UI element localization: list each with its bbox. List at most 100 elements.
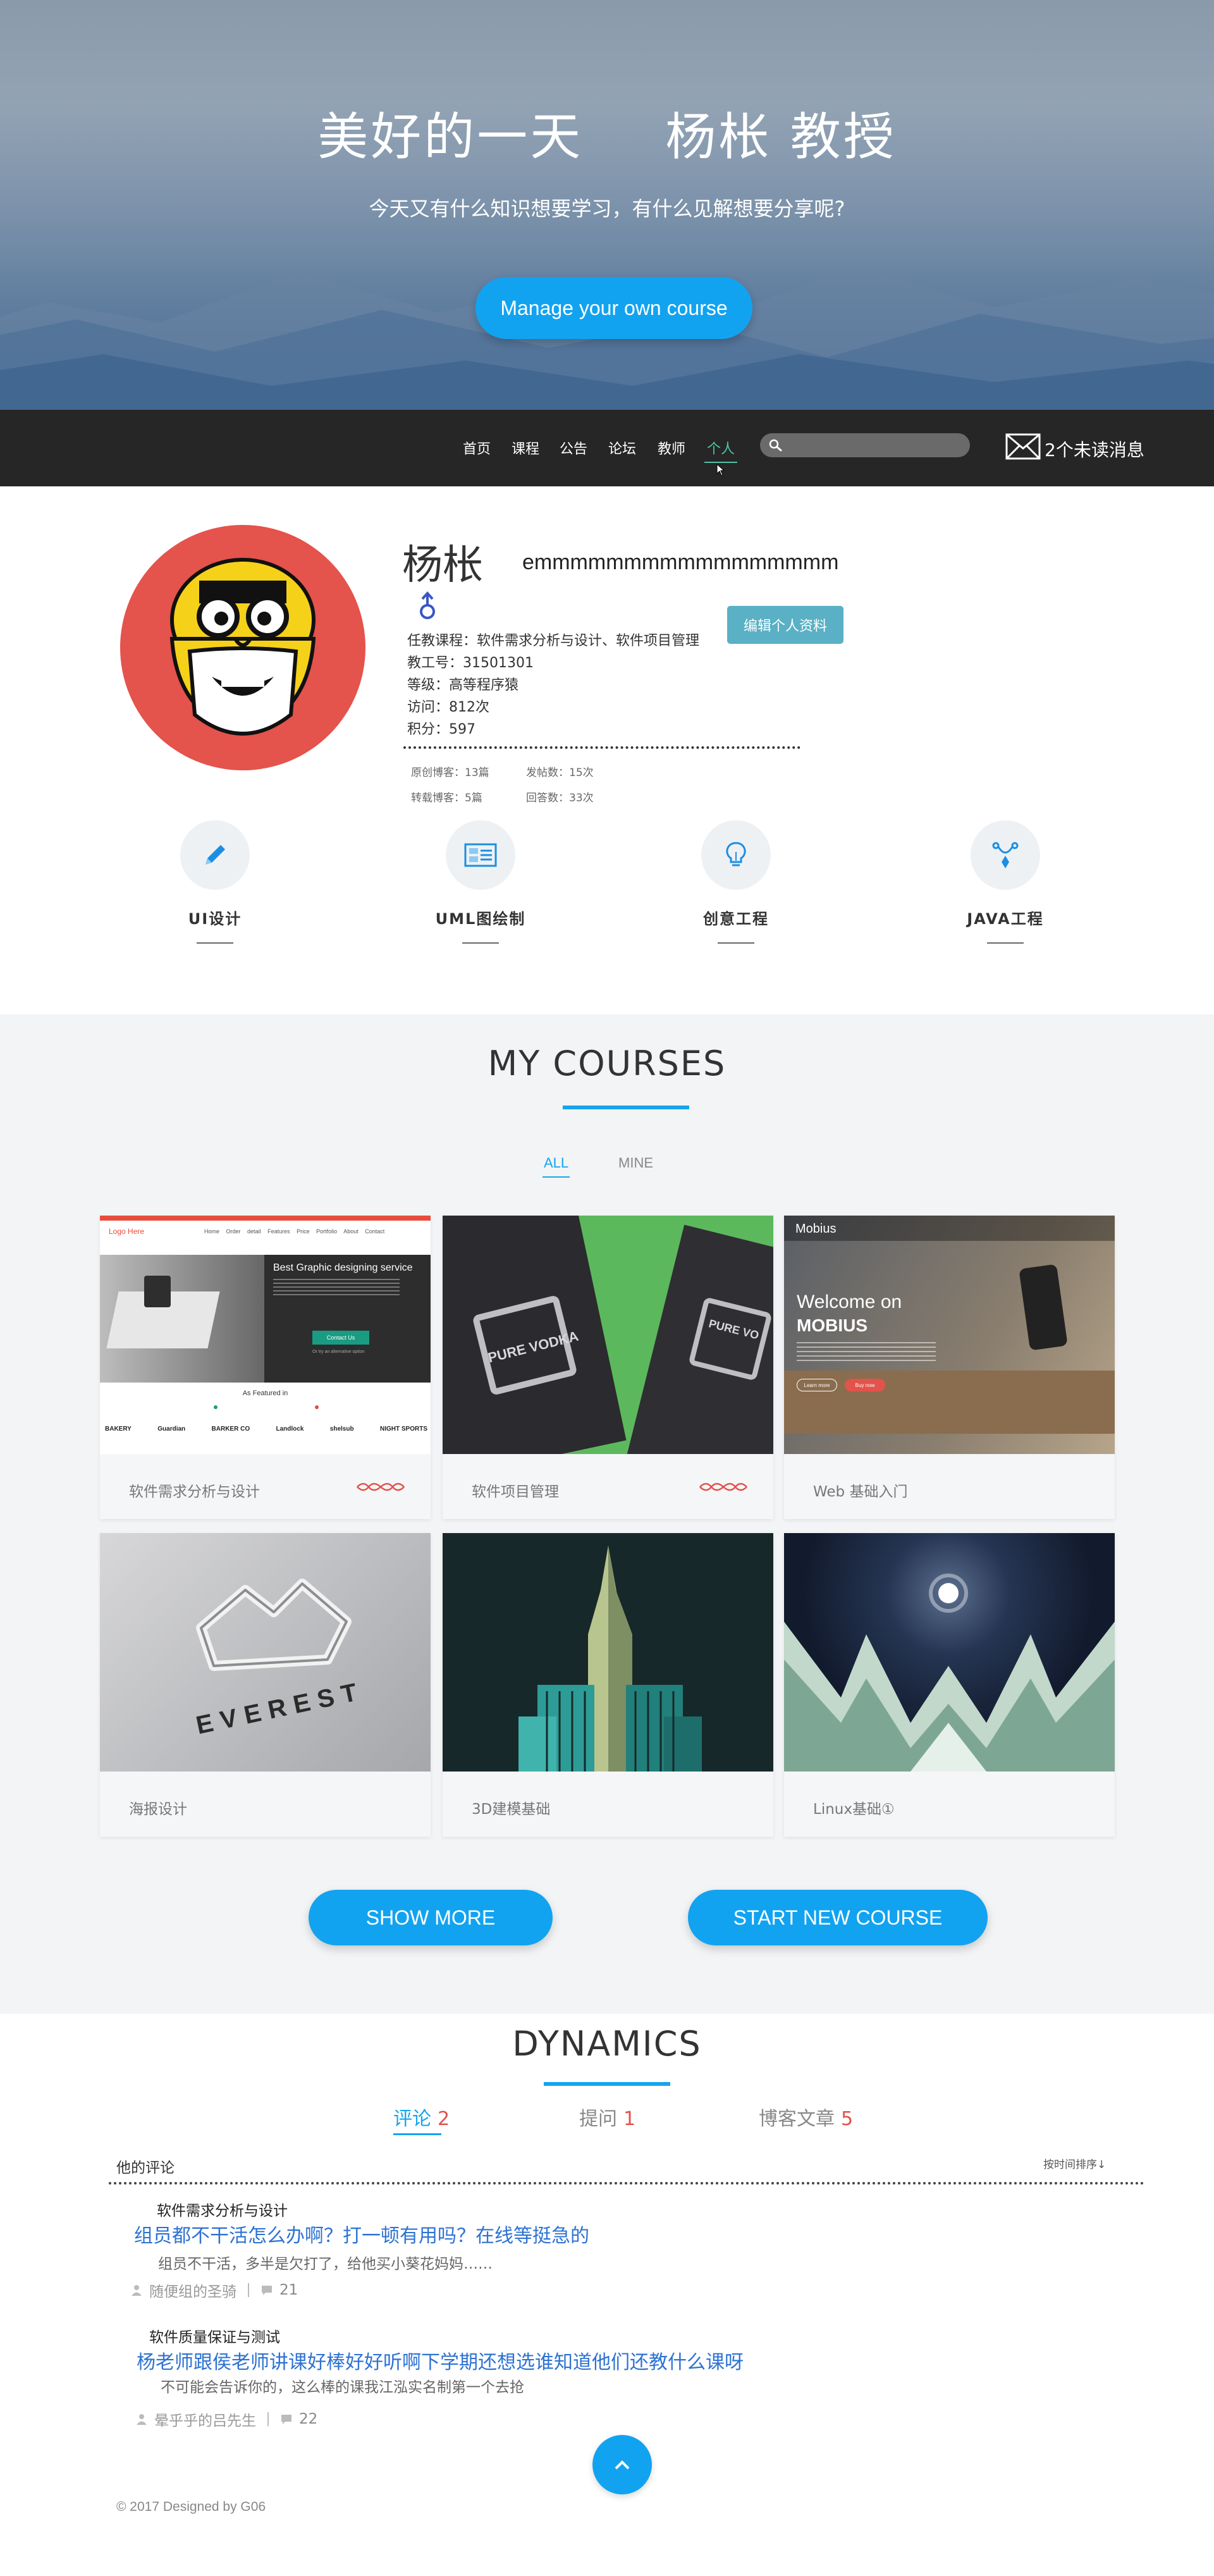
ornament-icon [357,1482,405,1491]
course-card[interactable]: Logo Here Home Order detail Features Pri… [100,1216,431,1519]
start-new-course-button[interactable]: START NEW COURSE [688,1890,988,1945]
thumb-heading: Best Graphic designing service [273,1262,413,1273]
comment-body: 不可能会告诉你的，这么棒的课我江泓实名制第一个去抢 [161,2379,524,2396]
comment-title[interactable]: 组员都不干活怎么办啊？打一顿有用吗？在线等挺急的 [134,2220,589,2248]
course-card[interactable]: PURE VODKA PURE VO 软件项目管理 [443,1216,773,1519]
vector-pen-icon [992,842,1019,868]
comment-meta: 晕乎乎的吕先生 22 [135,2408,317,2430]
back-to-top-button[interactable] [592,2435,652,2494]
search-input[interactable] [760,433,970,457]
lightbulb-icon [726,842,746,866]
nav-item-forum[interactable]: 论坛 [608,438,636,458]
thumb-btn2: Buy now [845,1379,885,1391]
search-icon [769,439,782,452]
skill-label: UI设计 [188,910,242,928]
profile-motto: emmmmmmmmmmmmmmmmm [522,550,839,574]
course-card[interactable]: EVEREST 海报设计 [100,1533,431,1837]
skill-ui-design[interactable]: UI设计 [152,820,278,944]
course-title: 软件项目管理 [472,1484,559,1500]
skill-label: 创意工程 [703,910,769,928]
thumb-btn1: Learn more [797,1379,837,1391]
show-more-button[interactable]: SHOW MORE [309,1890,553,1945]
title-underline [563,1106,689,1109]
course-card[interactable]: Mobius Welcome on MOBIUS Learn more Buy … [784,1216,1115,1519]
nav-item-courses[interactable]: 课程 [512,438,539,458]
reply-count: 21 [279,2282,298,2298]
profile-points: 积分：597 [407,722,475,737]
divider [109,2182,1144,2185]
hero-title: 美好的一天 杨枨 教授 [0,96,1214,169]
stat-answers: 回答数：33次 [526,792,594,804]
tab-comments[interactable]: 评论 2 [393,2103,450,2135]
male-gender-icon [420,591,435,619]
comment-author[interactable]: 晕乎乎的吕先生 [154,2408,256,2430]
nav-item-announcements[interactable]: 公告 [560,438,587,458]
copyright: © 2017 Designed by G06 [116,2499,266,2514]
thumb-featured: As Featured in [242,1390,288,1397]
chevron-up-icon [615,2460,630,2470]
course-title: Linux基础① [813,1801,895,1818]
skill-uml[interactable]: UML图绘制 [417,820,544,944]
stat-posts: 发帖数：15次 [526,767,594,779]
course-title: Web 基础入门 [813,1484,908,1500]
edit-profile-button[interactable]: 编辑个人资料 [727,606,843,644]
profile-name: 杨枨 [402,542,483,589]
profile-courses: 任教课程：软件需求分析与设计、软件项目管理 [407,633,700,649]
hero-banner: 美好的一天 杨枨 教授 今天又有什么知识想要学习，有什么见解想要分享呢? Mana… [0,0,1214,410]
nav-item-home[interactable]: 首页 [463,438,491,458]
thumb-logo: Logo Here [109,1227,145,1236]
hero-greeting: 美好的一天 [317,108,584,166]
manage-course-button[interactable]: Manage your own course [475,277,752,339]
ornament-icon [699,1482,747,1491]
skill-label: UML图绘制 [435,910,526,928]
nav-item-teachers[interactable]: 教师 [658,438,685,458]
filter-all[interactable]: ALL [542,1155,570,1178]
comment-course[interactable]: 软件需求分析与设计 [157,2198,288,2220]
comment-author[interactable]: 随便组的圣骑 [149,2279,236,2301]
hero-subtitle: 今天又有什么知识想要学习，有什么见解想要分享呢? [369,197,845,221]
nav-item-personal[interactable]: 个人 [704,438,738,463]
thumb-cta-alt: Or try an alternative option [312,1350,365,1354]
dynamics-title: DYNAMICS [512,2024,702,2064]
avatar [120,525,365,770]
thumb-brand: Mobius [795,1222,837,1236]
profile-teacher-id: 教工号：31501301 [407,655,534,671]
skyscraper-image [518,1546,702,1772]
mountain-art-image [784,1574,1115,1772]
uml-diagram-icon [464,843,497,867]
skill-label: JAVA工程 [967,910,1044,928]
pencil-icon [205,845,225,865]
mountain-logo-image [196,1579,352,1671]
reply-icon [281,2415,291,2424]
comment-course[interactable]: 软件质量保证与测试 [149,2325,280,2346]
user-icon [132,2285,142,2296]
stat-original-blogs: 原创博客：13篇 [411,767,489,779]
courses-title: MY COURSES [487,1044,727,1083]
comment-title[interactable]: 杨老师跟侯老师讲课好棒好好听啊下学期还想选谁知道他们还教什么课呀 [137,2346,744,2374]
reply-icon [262,2286,272,2295]
sort-by-time[interactable]: 按时间排序↓ [1043,2155,1106,2171]
mail-icon[interactable] [1005,433,1041,460]
filter-mine[interactable]: MINE [618,1155,653,1171]
course-title: 海报设计 [129,1801,187,1818]
skill-creative[interactable]: 创意工程 [673,820,799,944]
profile-level: 等级：高等程序猿 [407,677,519,693]
course-card[interactable]: 3D建模基础 [443,1533,773,1837]
thumb-product: MOBIUS [797,1316,868,1335]
comment-meta: 随便组的圣骑 21 [130,2279,298,2301]
title-underline [544,2082,670,2086]
course-title: 3D建模基础 [472,1801,551,1818]
hero-teacher-name: 杨枨 教授 [665,108,897,166]
skill-java[interactable]: JAVA工程 [942,820,1069,944]
avatar-face-image [169,558,316,736]
thumb-cta: Contact Us [312,1331,369,1345]
mouse-cursor-icon [716,464,725,476]
course-card[interactable]: Linux基础① [784,1533,1115,1837]
his-comments-label: 他的评论 [116,2160,175,2176]
unread-messages-link[interactable]: 2个未读消息 [1045,436,1144,462]
tab-blog-posts[interactable]: 博客文章 5 [759,2103,853,2131]
thumb-menu: Home Order detail Features Price Portfol… [204,1228,385,1235]
profile-visits: 访问：812次 [407,699,489,715]
tab-questions[interactable]: 提问 1 [579,2103,635,2131]
user-icon [137,2414,147,2425]
